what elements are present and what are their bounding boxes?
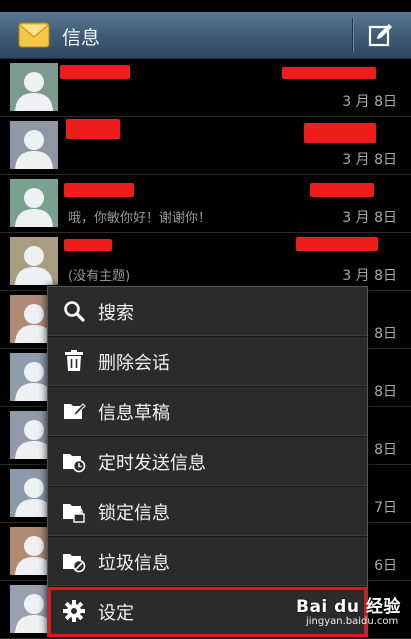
menu-item-label: 垃圾信息 (98, 553, 170, 574)
message-date: 3 月 8日 (342, 152, 397, 168)
compose-icon[interactable] (368, 22, 394, 48)
envelope-icon (18, 20, 50, 54)
contact-avatar-icon (10, 179, 58, 227)
message-date: 7日 (374, 500, 397, 516)
redaction-mark (64, 239, 112, 251)
app-header: 信息 (0, 12, 411, 59)
header-divider (352, 18, 353, 52)
redaction-mark (60, 65, 130, 79)
redaction-mark (296, 237, 378, 251)
contact-avatar-icon (10, 121, 58, 169)
draft-folder-icon (62, 399, 86, 423)
spam-folder-icon (62, 549, 86, 573)
page-title: 信息 (62, 27, 101, 49)
options-menu: 搜索 删除会话 信息草稿 定时发送信息 锁定信息 垃圾信息 设定 (47, 286, 368, 637)
message-date: 6日 (374, 558, 397, 574)
menu-item-scheduled[interactable]: 定时发送信息 (48, 437, 367, 487)
menu-item-label: 删除会话 (98, 353, 170, 374)
trash-icon (62, 349, 86, 373)
menu-item-spam[interactable]: 垃圾信息 (48, 537, 367, 587)
menu-item-label: 信息草稿 (98, 403, 170, 424)
message-date: 3 月 8日 (342, 268, 397, 284)
redaction-mark (304, 123, 376, 143)
watermark-url: jingyan.baidu.com (306, 616, 399, 627)
message-snippet: (没有主题) (68, 269, 131, 284)
gear-icon (62, 599, 86, 623)
conversation-row[interactable]: 3 月 8日 (0, 117, 411, 175)
redaction-mark (310, 183, 374, 197)
message-date: 8日 (374, 442, 397, 458)
scheduled-folder-icon (62, 449, 86, 473)
search-icon (62, 299, 86, 323)
redaction-mark (64, 183, 134, 197)
menu-item-label: 锁定信息 (98, 503, 170, 524)
message-snippet: 哦，你敏你好！谢谢你！ (68, 211, 212, 226)
menu-item-delete-conversation[interactable]: 删除会话 (48, 337, 367, 387)
contact-avatar-icon (10, 237, 58, 285)
contact-avatar-icon (10, 63, 58, 111)
locked-folder-icon (62, 499, 86, 523)
menu-item-search[interactable]: 搜索 (48, 287, 367, 337)
redaction-mark (282, 67, 376, 79)
conversation-row[interactable]: 哦，你敏你好！谢谢你！ 3 月 8日 (0, 175, 411, 233)
menu-item-label: 设定 (98, 603, 134, 624)
message-date: 3 月 8日 (342, 210, 397, 226)
menu-item-drafts[interactable]: 信息草稿 (48, 387, 367, 437)
menu-item-locked[interactable]: 锁定信息 (48, 487, 367, 537)
status-bar (0, 0, 411, 12)
message-date: 8日 (374, 326, 397, 342)
watermark-brand: Bai du 经验 (296, 597, 401, 617)
redaction-mark (66, 119, 120, 139)
conversation-row[interactable]: (没有主题) 3 月 8日 (0, 233, 411, 291)
menu-item-label: 搜索 (98, 303, 134, 324)
baidu-watermark: Bai du 经验 jingyan.baidu.com (296, 590, 408, 634)
message-date: 3 月 8日 (342, 94, 397, 110)
conversation-row[interactable]: 3 月 8日 (0, 59, 411, 117)
message-date: 8日 (374, 384, 397, 400)
menu-item-label: 定时发送信息 (98, 453, 206, 474)
